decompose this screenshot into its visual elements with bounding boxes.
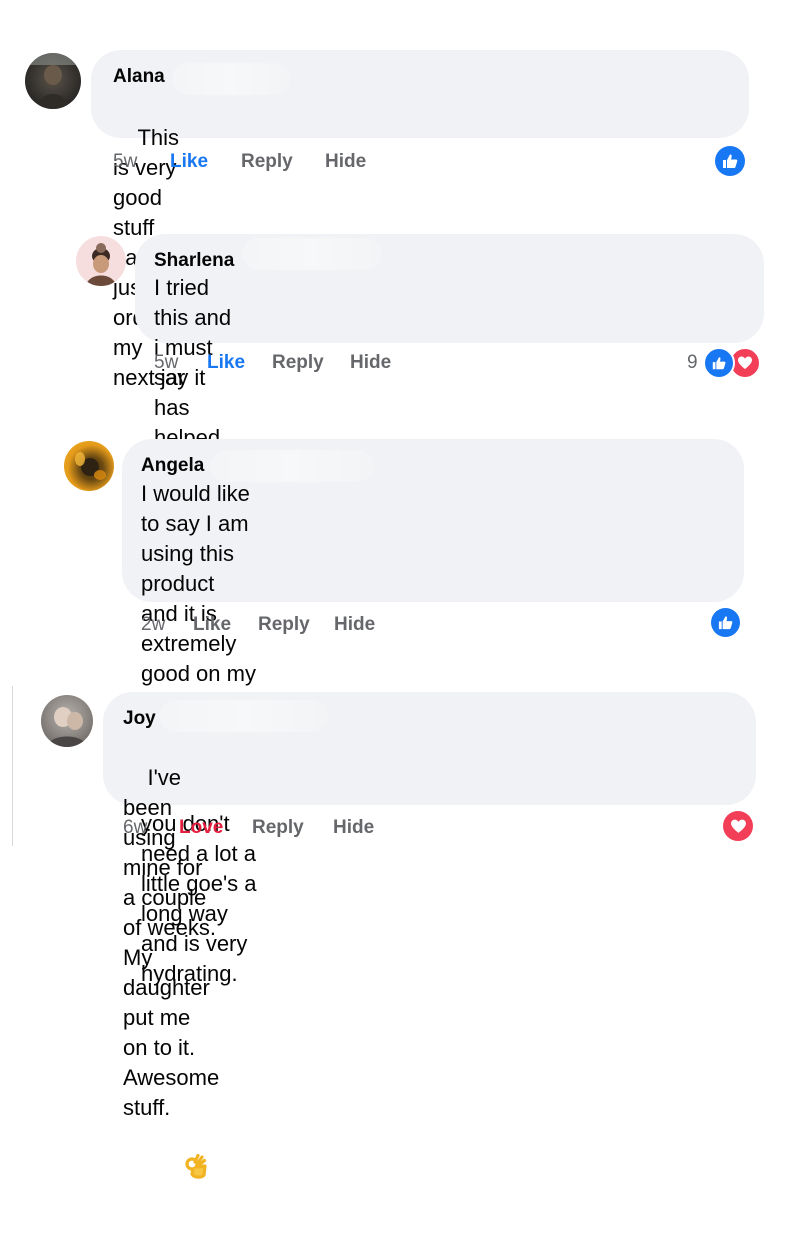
reply-button[interactable]: Reply xyxy=(258,614,310,636)
hide-button[interactable]: Hide xyxy=(333,817,374,839)
avatar-photo-icon xyxy=(25,53,81,109)
reply-button[interactable]: Reply xyxy=(252,817,304,839)
avatar[interactable] xyxy=(41,695,93,747)
hide-button[interactable]: Hide xyxy=(334,614,375,636)
avatar-photo-icon xyxy=(47,707,87,747)
comment-text: I've been using mine for a couple of wee… xyxy=(123,733,219,1247)
like-reaction-icon[interactable] xyxy=(711,608,740,637)
avatar-photo-icon xyxy=(86,243,116,286)
commenter-name[interactable]: Joy xyxy=(123,708,156,730)
timestamp[interactable]: 2w xyxy=(141,614,165,636)
avatar-photo-icon xyxy=(75,452,106,480)
avatar[interactable] xyxy=(25,53,81,109)
thread-line xyxy=(12,686,13,846)
hide-button[interactable]: Hide xyxy=(350,352,391,374)
commenter-name[interactable]: Angela xyxy=(141,455,204,477)
redacted-surname xyxy=(160,700,328,732)
timestamp[interactable]: 5w xyxy=(113,151,137,173)
like-reaction-icon[interactable] xyxy=(715,146,745,176)
like-button[interactable]: Like xyxy=(207,352,245,374)
timestamp[interactable]: 5w xyxy=(154,352,178,374)
avatar[interactable] xyxy=(76,236,126,286)
commenter-name[interactable]: Sharlena xyxy=(154,250,234,272)
avatar[interactable] xyxy=(64,441,114,491)
redacted-surname xyxy=(210,450,374,482)
hide-button[interactable]: Hide xyxy=(325,151,366,173)
redacted-surname xyxy=(242,238,382,270)
like-button[interactable]: Like xyxy=(170,151,208,173)
love-button[interactable]: Love xyxy=(179,817,223,839)
love-reaction-icon[interactable] xyxy=(723,811,753,841)
reaction-count[interactable]: 9 xyxy=(687,352,698,374)
like-reaction-icon[interactable] xyxy=(703,347,735,379)
timestamp[interactable]: 6w xyxy=(123,817,147,839)
reply-button[interactable]: Reply xyxy=(272,352,324,374)
redacted-surname xyxy=(172,63,290,95)
ok-hand-emoji xyxy=(147,1123,208,1217)
commenter-name[interactable]: Alana xyxy=(113,66,165,88)
like-button[interactable]: Like xyxy=(193,614,231,636)
reply-button[interactable]: Reply xyxy=(241,151,293,173)
